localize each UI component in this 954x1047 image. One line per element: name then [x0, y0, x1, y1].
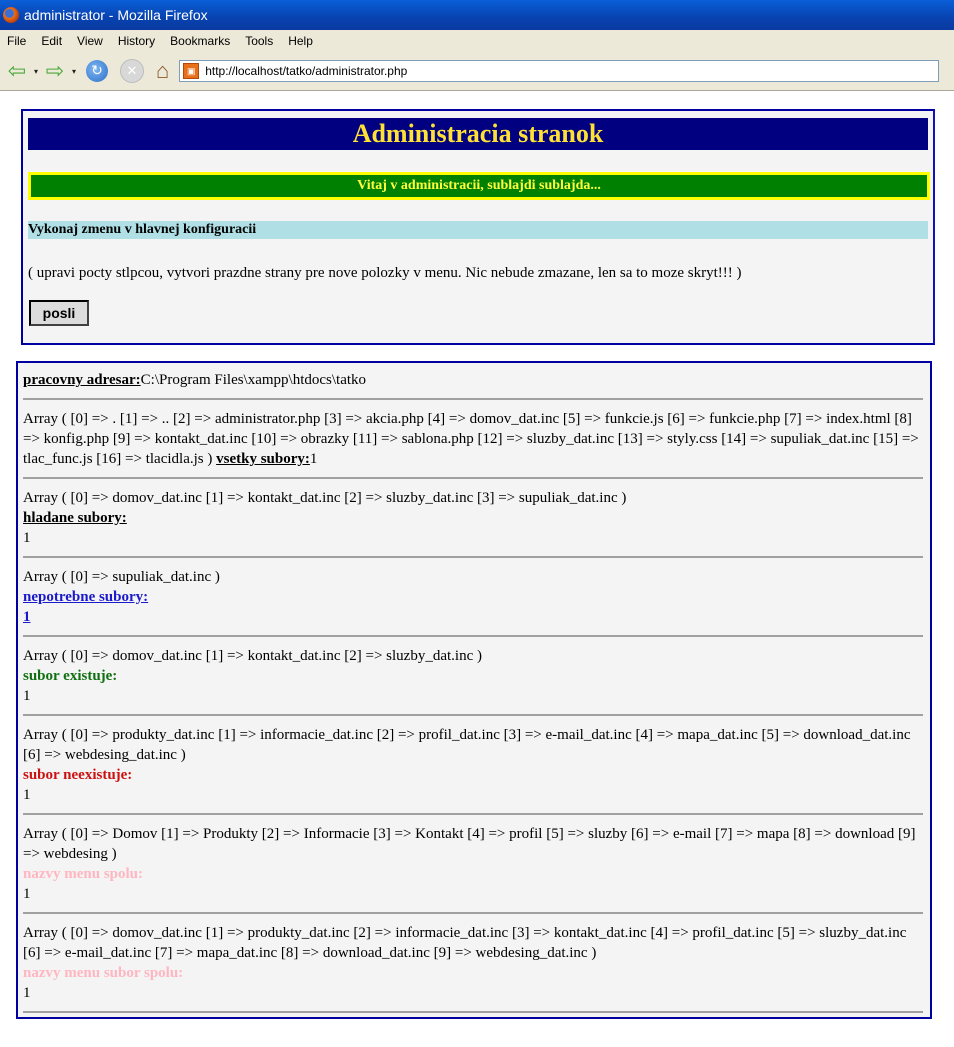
- page-content: Administracia stranok Vitaj v administra…: [0, 91, 954, 1047]
- menu-help[interactable]: Help: [281, 34, 321, 48]
- config-description: ( upravi pocty stlpcou, vytvori prazdne …: [28, 265, 742, 281]
- workdir-label: pracovny adresar:: [23, 372, 141, 388]
- menu-files-array: Array ( [0] => domov_dat.inc [1] => prod…: [23, 925, 907, 961]
- menu-edit[interactable]: Edit: [34, 34, 70, 48]
- reload-icon[interactable]: ↻: [86, 60, 108, 82]
- menu-history[interactable]: History: [111, 34, 163, 48]
- menu-files-label: nazvy menu subor spolu:: [23, 965, 184, 981]
- unneeded-files-value: 1: [23, 609, 31, 625]
- divider: [23, 635, 923, 637]
- unneeded-files-array: Array ( [0] => supuliak_dat.inc ): [23, 569, 220, 585]
- all-files-label: vsetky subory:: [216, 451, 310, 467]
- menu-file[interactable]: File: [0, 34, 34, 48]
- workdir-value: C:\Program Files\xampp\htdocs\tatko: [140, 372, 367, 388]
- menu-files-value: 1: [23, 985, 31, 1001]
- url-text: http://localhost/tatko/administrator.php: [205, 64, 408, 78]
- menu-names-value: 1: [23, 886, 31, 902]
- site-favicon-icon: ▣: [183, 63, 200, 79]
- divider: [23, 1011, 923, 1013]
- menu-names-label: nazvy menu spolu:: [23, 866, 144, 882]
- unneeded-files-label: nepotrebne subory:: [23, 589, 149, 605]
- home-icon[interactable]: ⌂: [156, 58, 169, 84]
- existing-files-label: subor existuje:: [23, 668, 118, 684]
- forward-dropdown-icon[interactable]: ▾: [68, 67, 80, 76]
- back-dropdown-icon[interactable]: ▾: [30, 67, 42, 76]
- stop-icon[interactable]: ✕: [120, 59, 144, 83]
- forward-arrow-icon[interactable]: ⇨: [42, 58, 68, 84]
- missing-files-section: Array ( [0] => produkty_dat.inc [1] => i…: [23, 725, 923, 805]
- send-button[interactable]: posli: [29, 300, 89, 326]
- menu-files-section: Array ( [0] => domov_dat.inc [1] => prod…: [23, 923, 923, 1003]
- menu-names-section: Array ( [0] => Domov [1] => Produkty [2]…: [23, 824, 923, 904]
- searched-files-array: Array ( [0] => domov_dat.inc [1] => kont…: [23, 490, 627, 506]
- window-titlebar: administrator - Mozilla Firefox: [0, 0, 954, 30]
- missing-files-array: Array ( [0] => produkty_dat.inc [1] => i…: [23, 727, 911, 763]
- all-files-array: Array ( [0] => . [1] => .. [2] => admini…: [23, 411, 919, 467]
- menu-bar: File Edit View History Bookmarks Tools H…: [0, 30, 954, 52]
- url-bar[interactable]: ▣ http://localhost/tatko/administrator.p…: [179, 60, 940, 82]
- back-arrow-icon[interactable]: ⇦: [4, 58, 30, 84]
- searched-files-label: hladane subory:: [23, 510, 127, 526]
- divider: [23, 813, 923, 815]
- divider: [23, 477, 923, 479]
- menu-names-array: Array ( [0] => Domov [1] => Produkty [2]…: [23, 826, 916, 862]
- navigation-toolbar: ⇦ ▾ ⇨ ▾ ↻ ✕ ⌂ ▣ http://localhost/tatko/a…: [0, 52, 954, 91]
- missing-files-value: 1: [23, 787, 31, 803]
- existing-files-section: Array ( [0] => domov_dat.inc [1] => kont…: [23, 646, 923, 706]
- searched-files-value: 1: [23, 530, 31, 546]
- divider: [23, 398, 923, 400]
- info-panel: pracovny adresar:C:\Program Files\xampp\…: [16, 361, 932, 1019]
- admin-panel: Administracia stranok Vitaj v administra…: [21, 109, 935, 345]
- menu-view[interactable]: View: [70, 34, 111, 48]
- config-heading: Vykonaj zmenu v hlavnej konfiguracii: [28, 221, 928, 239]
- page-title: Administracia stranok: [28, 118, 928, 150]
- firefox-logo-icon: [3, 7, 19, 23]
- unneeded-files-section: Array ( [0] => supuliak_dat.inc ) nepotr…: [23, 567, 923, 627]
- missing-files-label: subor neexistuje:: [23, 767, 133, 783]
- window-title: administrator - Mozilla Firefox: [24, 7, 208, 23]
- welcome-banner: Vitaj v administracii, sublajdi sublajda…: [28, 172, 930, 200]
- menu-bookmarks[interactable]: Bookmarks: [163, 34, 238, 48]
- divider: [23, 912, 923, 914]
- workdir-section: pracovny adresar:C:\Program Files\xampp\…: [23, 370, 923, 390]
- divider: [23, 714, 923, 716]
- menu-tools[interactable]: Tools: [238, 34, 281, 48]
- existing-files-value: 1: [23, 688, 31, 704]
- searched-files-section: Array ( [0] => domov_dat.inc [1] => kont…: [23, 488, 923, 548]
- divider: [23, 556, 923, 558]
- all-files-value: 1: [309, 451, 318, 467]
- all-files-section: Array ( [0] => . [1] => .. [2] => admini…: [23, 409, 923, 469]
- existing-files-array: Array ( [0] => domov_dat.inc [1] => kont…: [23, 648, 482, 664]
